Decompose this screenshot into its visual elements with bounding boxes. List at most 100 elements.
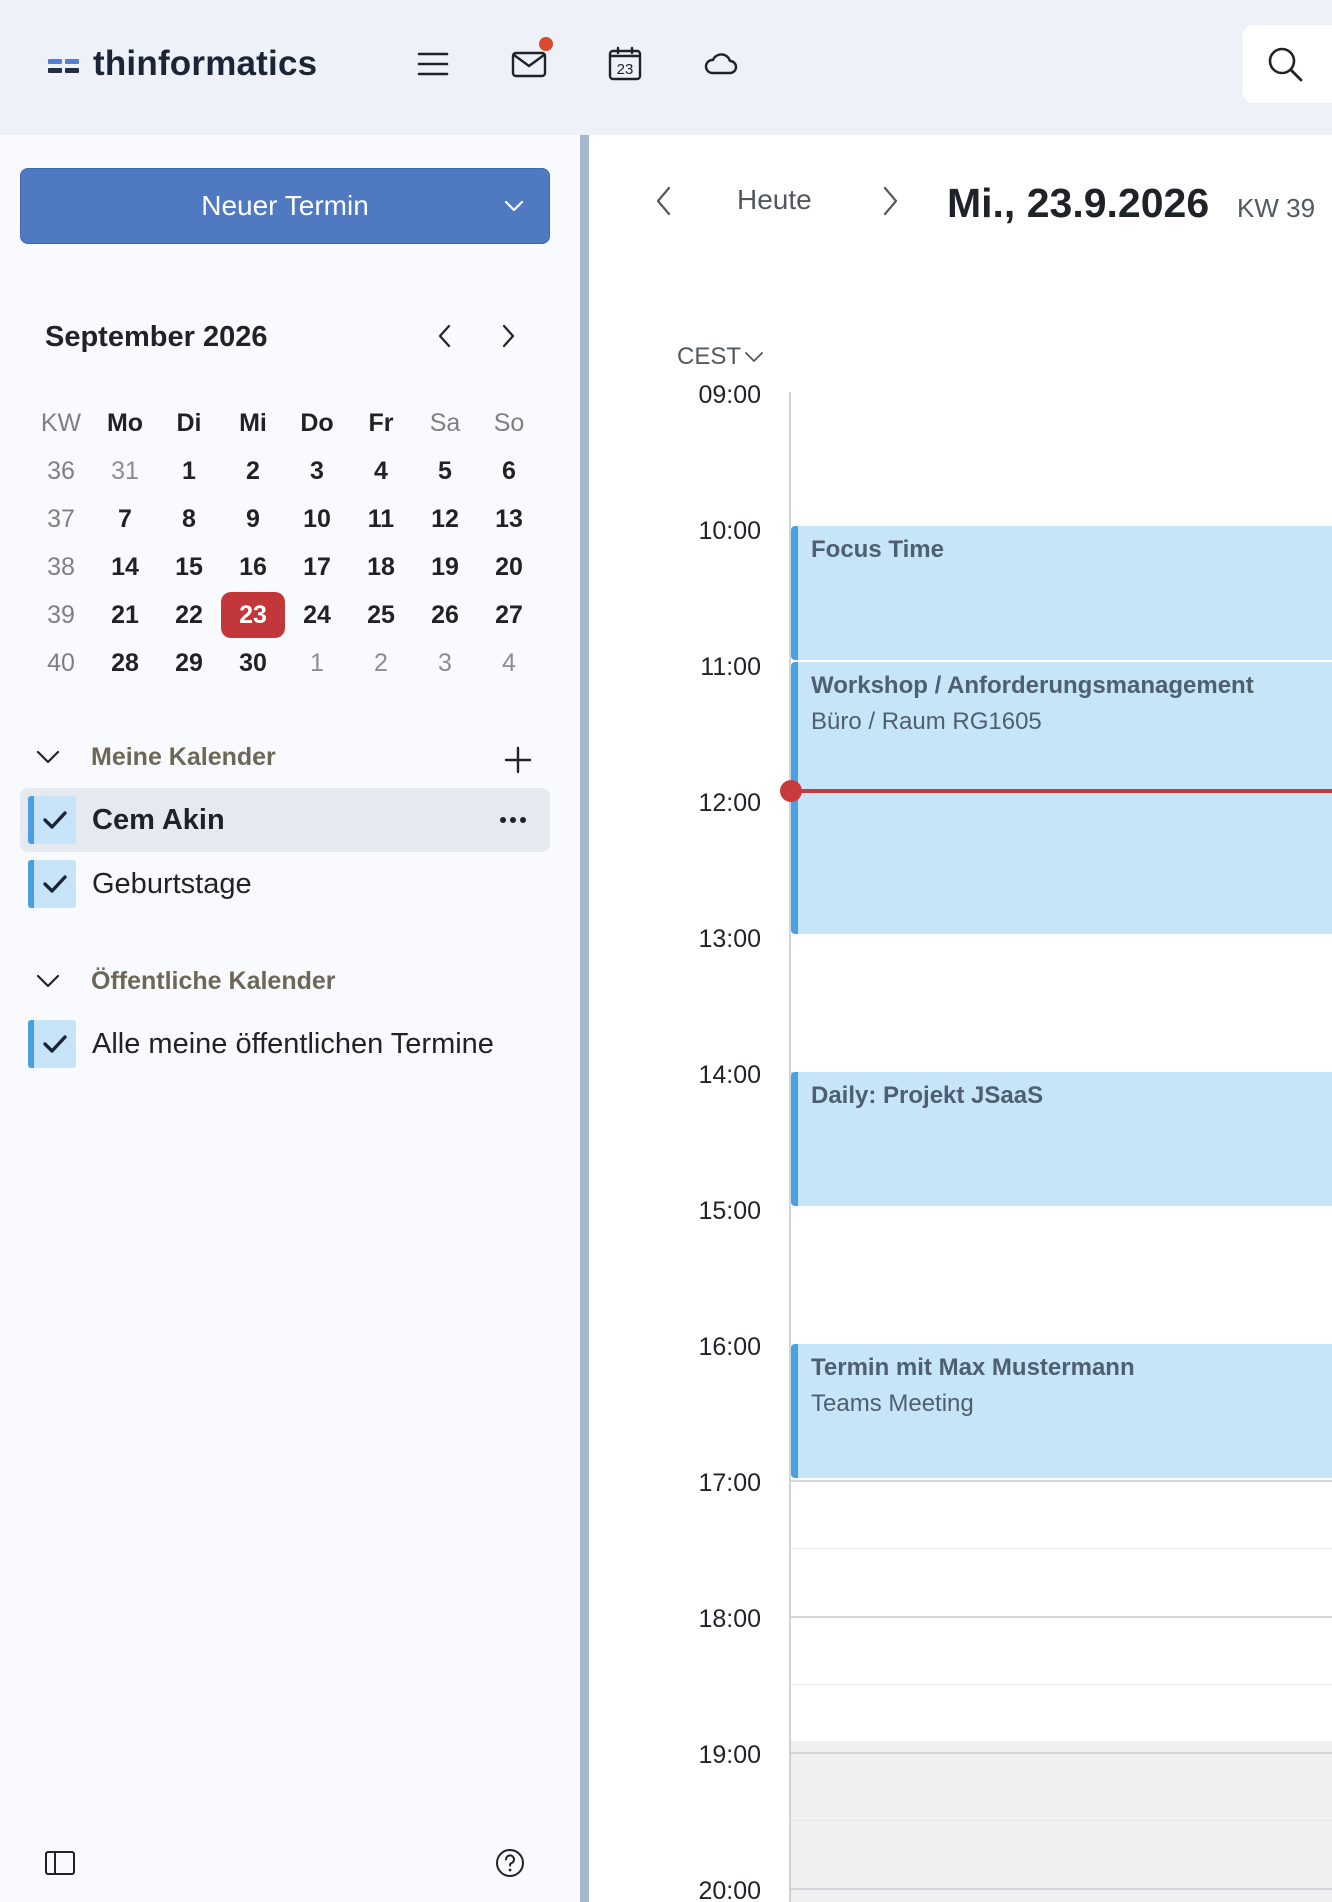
brand-name: thinformatics	[93, 44, 318, 83]
day-cell[interactable]: 3	[413, 639, 477, 687]
check-icon	[43, 811, 67, 829]
day-cell[interactable]: 16	[221, 543, 285, 591]
day-cell[interactable]: 31	[93, 447, 157, 495]
event-daily[interactable]: Daily: Projekt JSaaS	[791, 1072, 1332, 1206]
week-number: 40	[47, 649, 75, 677]
day-cell[interactable]: 13	[477, 495, 541, 543]
calendar-options-button[interactable]	[498, 806, 528, 834]
half-hour-line	[791, 1684, 1332, 1685]
hour-line	[791, 1616, 1332, 1618]
search-button[interactable]	[1243, 25, 1332, 103]
day-cell[interactable]: 28	[93, 639, 157, 687]
check-icon	[43, 875, 67, 893]
day-cell[interactable]: 9	[221, 495, 285, 543]
day-cell[interactable]: 30	[221, 639, 285, 687]
menu-button[interactable]	[413, 44, 453, 84]
chevron-left-icon	[438, 324, 451, 348]
my-calendars-toggle[interactable]: Meine Kalender	[33, 742, 276, 772]
sidebar-icon	[45, 1851, 75, 1875]
cloud-button[interactable]	[701, 44, 741, 84]
public-calendars-toggle[interactable]: Öffentliche Kalender	[33, 966, 336, 996]
day-cell[interactable]: 17	[285, 543, 349, 591]
mini-calendar-prev-button[interactable]	[428, 319, 462, 353]
day-cell[interactable]: 7	[93, 495, 157, 543]
day-cell[interactable]: 22	[157, 591, 221, 639]
new-appointment-button[interactable]: Neuer Termin	[20, 168, 550, 244]
day-cell[interactable]: 2	[221, 447, 285, 495]
mini-calendar-week-row: 36 31 1 2 3 4 5 6	[29, 447, 541, 495]
calendar-checkbox[interactable]	[28, 796, 76, 844]
calendar-item-public[interactable]: Alle meine öffentlichen Termine	[20, 1012, 550, 1076]
mini-calendar-next-button[interactable]	[491, 319, 525, 353]
next-day-button[interactable]	[873, 184, 907, 218]
hour-line	[791, 1480, 1332, 1482]
time-grid[interactable]: Focus Time Workshop / Anforderungsmanage…	[780, 392, 1332, 1902]
weekday-header: Do	[300, 409, 334, 437]
current-time-dot	[780, 780, 802, 802]
mini-calendar-grid: KW Mo Di Mi Do Fr Sa So 36 31 1 2 3 4 5 …	[29, 399, 541, 687]
previous-day-button[interactable]	[647, 184, 681, 218]
day-cell-today[interactable]: 23	[221, 591, 285, 639]
day-cell[interactable]: 26	[413, 591, 477, 639]
event-focus-time[interactable]: Focus Time	[791, 526, 1332, 660]
day-cell[interactable]: 3	[285, 447, 349, 495]
weekday-header: Sa	[429, 409, 461, 437]
hour-label: 14:00	[698, 1061, 761, 1089]
weekday-header: Mo	[106, 409, 144, 437]
more-icon	[500, 817, 526, 823]
help-icon	[496, 1849, 524, 1877]
search-icon	[1268, 47, 1303, 82]
day-cell[interactable]: 8	[157, 495, 221, 543]
day-cell[interactable]: 21	[93, 591, 157, 639]
calendar-item-label: Geburtstage	[92, 867, 252, 900]
chevron-right-icon	[883, 186, 898, 216]
day-cell[interactable]: 29	[157, 639, 221, 687]
today-button[interactable]: Heute	[737, 184, 812, 216]
week-number: 38	[47, 553, 75, 581]
day-cell[interactable]: 27	[477, 591, 541, 639]
unread-badge	[539, 37, 553, 51]
day-cell[interactable]: 4	[349, 447, 413, 495]
day-cell[interactable]: 24	[285, 591, 349, 639]
day-cell[interactable]: 19	[413, 543, 477, 591]
week-number: 37	[47, 505, 75, 533]
calendar-checkbox[interactable]	[28, 1020, 76, 1068]
day-cell[interactable]: 14	[93, 543, 157, 591]
day-cell[interactable]: 5	[413, 447, 477, 495]
chevron-down-icon	[36, 974, 60, 988]
mail-button[interactable]	[509, 37, 553, 84]
day-cell[interactable]: 18	[349, 543, 413, 591]
hour-label: 10:00	[698, 517, 761, 545]
hour-label: 09:00	[698, 381, 761, 409]
day-cell[interactable]: 11	[349, 495, 413, 543]
day-cell[interactable]: 1	[157, 447, 221, 495]
pane-splitter[interactable]	[580, 135, 589, 1902]
day-cell[interactable]: 15	[157, 543, 221, 591]
mini-calendar-week-row: 40 28 29 30 1 2 3 4	[29, 639, 541, 687]
timezone-selector[interactable]: CEST	[677, 343, 765, 371]
day-cell[interactable]: 6	[477, 447, 541, 495]
event-location: Büro / Raum RG1605	[811, 708, 1042, 735]
add-calendar-button[interactable]	[498, 740, 538, 780]
event-max-mustermann[interactable]: Termin mit Max Mustermann Teams Meeting	[791, 1344, 1332, 1478]
event-title: Daily: Projekt JSaaS	[811, 1082, 1044, 1109]
chevron-left-icon	[656, 186, 671, 216]
day-cell[interactable]: 25	[349, 591, 413, 639]
calendar-item-cem-akin[interactable]: Cem Akin	[20, 788, 550, 852]
mini-calendar-title: September 2026	[45, 321, 268, 353]
hour-label: 18:00	[698, 1605, 761, 1633]
toggle-sidebar-button[interactable]	[42, 1845, 78, 1881]
calendar-item-geburtstage[interactable]: Geburtstage	[20, 852, 550, 916]
chevron-down-icon[interactable]	[501, 193, 527, 219]
brand-logo[interactable]: thinformatics	[48, 44, 317, 84]
day-cell[interactable]: 2	[349, 639, 413, 687]
calendar-button[interactable]: 23	[605, 44, 645, 84]
day-cell[interactable]: 10	[285, 495, 349, 543]
day-cell[interactable]: 12	[413, 495, 477, 543]
day-cell[interactable]: 4	[477, 639, 541, 687]
help-button[interactable]	[492, 1845, 528, 1881]
day-cell[interactable]: 20	[477, 543, 541, 591]
calendar-checkbox[interactable]	[28, 860, 76, 908]
event-workshop[interactable]: Workshop / Anforderungsmanagement Büro /…	[791, 662, 1332, 934]
day-cell[interactable]: 1	[285, 639, 349, 687]
